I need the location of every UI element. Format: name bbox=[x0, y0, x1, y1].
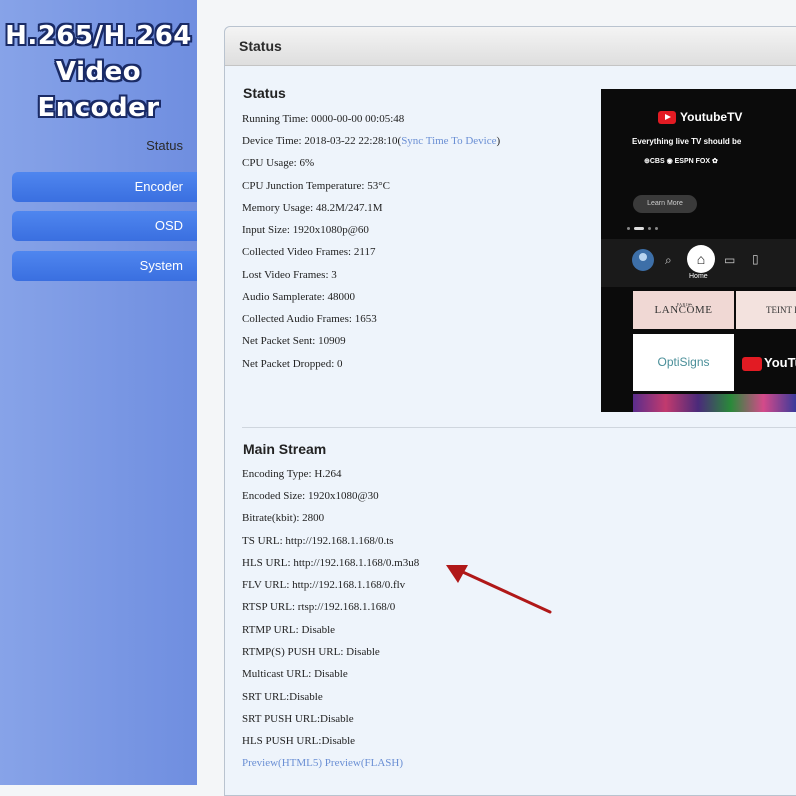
main-stream-heading: Main Stream bbox=[243, 441, 327, 457]
home-label: Home bbox=[689, 273, 708, 280]
cpu-temperature: CPU Junction Temperature: 53°C bbox=[242, 180, 390, 192]
tile-youtube-label: YouTu bbox=[764, 355, 796, 370]
multicast-url: Multicast URL: Disable bbox=[242, 668, 348, 680]
preview-networks: ⊕CBS ◉ ESPN FOX ✿ bbox=[644, 158, 718, 165]
rtmp-url: RTMP URL: Disable bbox=[242, 624, 336, 636]
preview-learn-more: Learn More bbox=[633, 195, 697, 213]
nav-status[interactable]: Status bbox=[0, 138, 183, 153]
tile-strip bbox=[633, 394, 796, 412]
nav-encoder-button[interactable]: Encoder bbox=[12, 172, 197, 202]
status-heading: Status bbox=[243, 85, 286, 101]
annotation-arrow-icon bbox=[446, 565, 552, 614]
bookmark-icon: ▯ bbox=[752, 252, 759, 266]
preview-tagline: Everything live TV should be bbox=[632, 137, 742, 146]
cpu-usage: CPU Usage: 6% bbox=[242, 157, 315, 169]
input-size: Input Size: 1920x1080p@60 bbox=[242, 224, 369, 236]
logo-line1: H.265/H.264 bbox=[5, 21, 192, 51]
encoded-size: Encoded Size: 1920x1080@30 bbox=[242, 490, 379, 502]
srt-push-url: SRT PUSH URL:Disable bbox=[242, 713, 354, 725]
panel-header: Status bbox=[225, 27, 796, 66]
rtsp-url: RTSP URL: rtsp://192.168.1.168/0 bbox=[242, 601, 396, 613]
preview-flash-link[interactable]: Preview(FLASH) bbox=[325, 757, 403, 769]
video-preview: YoutubeTV Everything live TV should be ⊕… bbox=[601, 89, 796, 412]
youtubetv-logo: YoutubeTV bbox=[658, 110, 742, 124]
tile-youtube: YouTu bbox=[736, 334, 796, 391]
carousel-dots bbox=[627, 227, 658, 230]
flv-url: FLV URL: http://192.168.1.168/0.flv bbox=[242, 579, 406, 591]
encoding-type: Encoding Type: H.264 bbox=[242, 468, 342, 480]
preview-links: Preview(HTML5) Preview(FLASH) bbox=[242, 757, 403, 769]
sidebar: H.265/H.264 Video Encoder Status Encoder… bbox=[0, 0, 197, 785]
srt-url: SRT URL:Disable bbox=[242, 691, 323, 703]
preview-html5-link[interactable]: Preview(HTML5) bbox=[242, 757, 322, 769]
bitrate: Bitrate(kbit): 2800 bbox=[242, 512, 325, 524]
device-time-close: ) bbox=[496, 135, 501, 147]
youtube-play-icon bbox=[658, 110, 676, 124]
running-time: Running Time: 0000-00-00 00:05:48 bbox=[242, 113, 405, 125]
youtubetv-brand: YoutubeTV bbox=[680, 110, 743, 124]
sync-time-link[interactable]: Sync Time To Device bbox=[401, 135, 496, 147]
avatar-icon bbox=[632, 249, 654, 271]
tv-icon: ▭ bbox=[724, 253, 736, 267]
section-divider bbox=[242, 427, 796, 428]
hls-url: HLS URL: http://192.168.1.168/0.m3u8 bbox=[242, 557, 420, 569]
tile-lancome-sub: PARIS bbox=[676, 302, 691, 307]
net-packet-dropped: Net Packet Dropped: 0 bbox=[242, 358, 343, 370]
tile-optisigns: OptiSigns bbox=[633, 334, 734, 391]
preview-navbar: ⌕ ⌂ Home ▭ ▯ bbox=[601, 239, 796, 287]
device-time-text: Device Time: 2018-03-22 22:28:10( bbox=[242, 135, 402, 147]
nav-osd-button[interactable]: OSD bbox=[12, 211, 197, 241]
collected-video-frames: Collected Video Frames: 2117 bbox=[242, 246, 376, 258]
hls-push-url: HLS PUSH URL:Disable bbox=[242, 735, 356, 747]
memory-usage: Memory Usage: 48.2M/247.1M bbox=[242, 202, 383, 214]
rtmps-push-url: RTMP(S) PUSH URL: Disable bbox=[242, 646, 380, 658]
youtube-tile-icon bbox=[742, 356, 762, 371]
logo: H.265/H.264 Video Encoder bbox=[0, 18, 197, 126]
home-icon: ⌂ bbox=[687, 245, 715, 273]
ts-url: TS URL: http://192.168.1.168/0.ts bbox=[242, 535, 394, 547]
net-packet-sent: Net Packet Sent: 10909 bbox=[242, 335, 346, 347]
logo-line2: Video Encoder bbox=[37, 57, 160, 123]
collected-audio-frames: Collected Audio Frames: 1653 bbox=[242, 313, 377, 325]
tile-lancome: LANCÔME PARIS bbox=[633, 291, 734, 329]
audio-samplerate: Audio Samplerate: 48000 bbox=[242, 291, 356, 303]
tile-teint: TEINT I bbox=[736, 291, 796, 329]
lost-video-frames: Lost Video Frames: 3 bbox=[242, 269, 337, 281]
search-icon: ⌕ bbox=[665, 253, 672, 267]
device-time: Device Time: 2018-03-22 22:28:10(Sync Ti… bbox=[242, 135, 500, 147]
panel-title: Status bbox=[239, 38, 282, 54]
nav-system-button[interactable]: System bbox=[12, 251, 197, 281]
